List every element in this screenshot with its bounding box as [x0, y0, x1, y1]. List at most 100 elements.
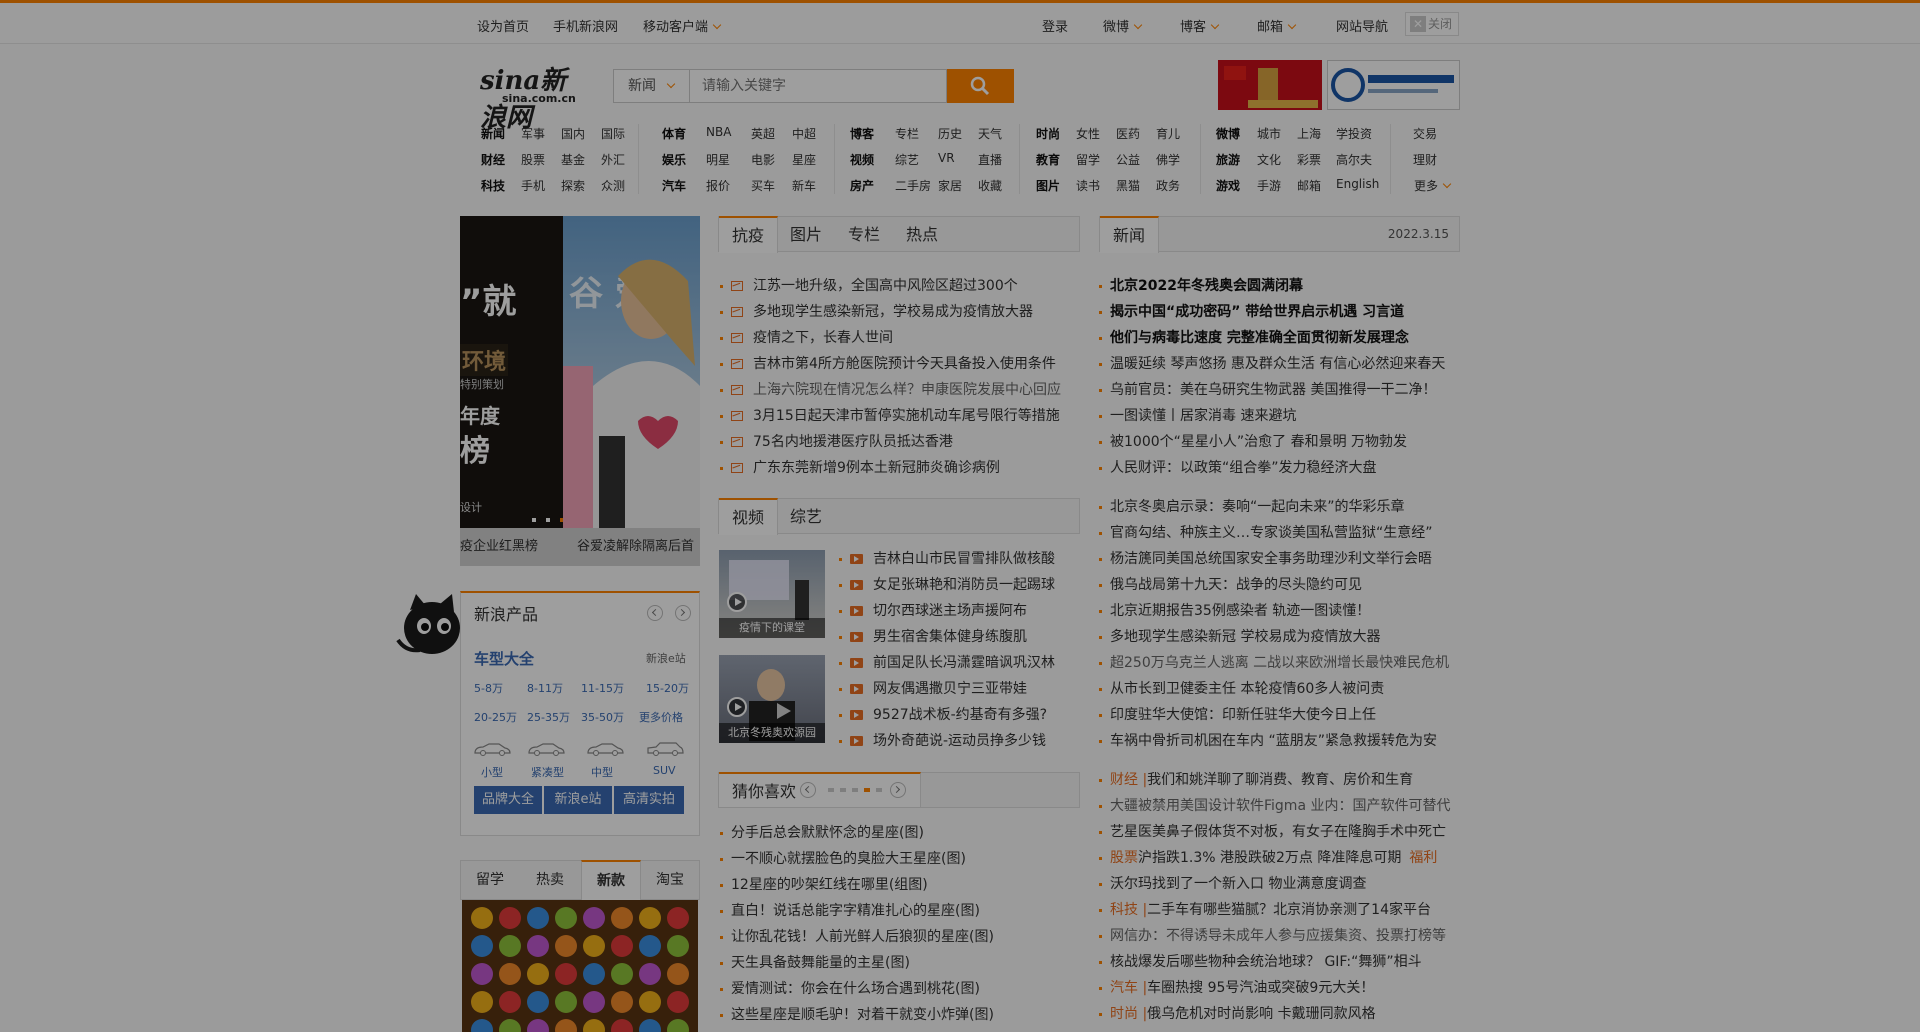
news-item[interactable]: 超250万乌克兰人逃离 二战以来欧洲增长最快难民危机	[1099, 652, 1449, 672]
nav-channel-link[interactable]: 国内	[561, 125, 585, 142]
recommend-item[interactable]: 分手后总会默默怀念的星座(图)	[720, 822, 924, 842]
site-nav-link[interactable]: 网站导航	[1336, 16, 1388, 35]
search-button[interactable]	[947, 69, 1014, 103]
price-range-link[interactable]: 20-25万	[474, 709, 517, 725]
video-item[interactable]: 女足张琳艳和消防员一起踢球	[839, 574, 1055, 594]
nav-channel-link[interactable]: 政务	[1156, 177, 1180, 194]
image-carousel[interactable]: ”就 环境 特别策划 年度 榜 设计 谷 爱 疫企业红黑榜 谷爱凌解除隔离后首	[460, 216, 700, 566]
news-item[interactable]: 网信办：不得诱导未成年人参与应援集资、投票打榜等	[1099, 925, 1446, 945]
login-link[interactable]: 登录	[1042, 16, 1068, 35]
nav-channel-primary[interactable]: 汽车	[662, 177, 686, 194]
tab-pictures[interactable]: 图片	[790, 217, 822, 252]
news-item[interactable]: 从市长到卫健委主任 本轮疫情60多人被问责	[1099, 678, 1384, 698]
recommend-item[interactable]: 这些星座是顺毛驴！对着干就变小炸弹(图)	[720, 1004, 994, 1024]
news-item[interactable]: 科技 |二手车有哪些猫腻？北京消协亲测了14家平台	[1099, 899, 1431, 919]
news-item[interactable]: 印度驻华大使馆：印新任驻华大使今日上任	[1099, 704, 1376, 724]
nav-channel-link[interactable]: 城市	[1257, 125, 1281, 142]
ad-banner-piyao[interactable]	[1327, 60, 1460, 110]
more-prices-link[interactable]: 更多价格	[639, 709, 683, 725]
nav-channel-link[interactable]: 探索	[561, 177, 585, 194]
carousel-slide-right[interactable]: 谷 爱	[563, 216, 700, 528]
nav-channel-link[interactable]: 国际	[601, 125, 625, 142]
nav-channel-link[interactable]: 手机	[521, 177, 545, 194]
blog-menu[interactable]: 博客	[1180, 16, 1220, 35]
nav-channel-link[interactable]: 手游	[1257, 177, 1281, 194]
chevron-left-icon[interactable]	[800, 782, 816, 798]
car-type-link[interactable]: 小型	[481, 764, 503, 780]
tab-columns[interactable]: 专栏	[848, 217, 880, 252]
video-item[interactable]: 前国足队长冯潇霆暗讽巩汉林	[839, 652, 1055, 672]
nav-channel-link[interactable]: 收藏	[978, 177, 1002, 194]
welfare-tag[interactable]: 福利	[1409, 850, 1437, 866]
category-tag[interactable]: 汽车 |	[1110, 980, 1147, 996]
news-item[interactable]: 汽车 |车圈热搜 95号汽油或突破9元大关！	[1099, 977, 1374, 997]
news-item[interactable]: 时尚 |俄乌危机对时尚影响 卡戴珊同款风格	[1099, 1003, 1376, 1023]
nav-more-menu[interactable]: 更多	[1414, 177, 1452, 194]
brand-catalog-button[interactable]: 品牌大全	[474, 786, 542, 814]
pager-dots[interactable]	[828, 786, 888, 794]
nav-channel-primary[interactable]: 游戏	[1216, 177, 1240, 194]
tab-variety[interactable]: 综艺	[790, 499, 822, 534]
nav-channel-link[interactable]: 天气	[978, 125, 1002, 142]
category-tag[interactable]: 财经 |	[1110, 772, 1147, 788]
nav-channel-link[interactable]: 报价	[706, 177, 730, 194]
nav-channel-link[interactable]: 女性	[1076, 125, 1100, 142]
news-item[interactable]: 俄乌战局第十九天：战争的尽头隐约可见	[1099, 574, 1362, 594]
news-item[interactable]: 吉林市第4所方舱医院预计今天具备投入使用条件	[720, 353, 1056, 373]
price-range-link[interactable]: 25-35万	[527, 709, 570, 725]
price-range-link[interactable]: 8-11万	[527, 680, 563, 696]
news-item[interactable]: 车祸中骨折司机困在车内 “蓝朋友”紧急救援转危为安	[1099, 730, 1437, 750]
tab-hot-sale[interactable]: 热卖	[536, 861, 564, 896]
category-tag[interactable]: 时尚 |	[1110, 1006, 1147, 1022]
recommend-item[interactable]: 直白！说话总能字字精准扎心的星座(图)	[720, 900, 980, 920]
tab-hot[interactable]: 热点	[906, 217, 938, 252]
news-item[interactable]: 北京冬奥启示录：奏响“一起向未来”的华彩乐章	[1099, 496, 1405, 516]
news-item[interactable]: 核战爆发后哪些物种会统治地球？ GIF:“舞狮”相斗	[1099, 951, 1422, 971]
news-item[interactable]: 乌前官员：美在乌研究生物武器 美国推得一干二净！	[1099, 379, 1436, 399]
news-item[interactable]: 多地现学生感染新冠，学校易成为疫情放大器	[720, 301, 1033, 321]
nav-channel-primary[interactable]: 新闻	[481, 125, 505, 142]
video-item[interactable]: 9527战术板-约基奇有多强?	[839, 704, 1047, 724]
news-item[interactable]: 艺星医美鼻子假体货不对板，有女子在隆胸手术中死亡	[1099, 821, 1446, 841]
news-item[interactable]: 上海六院现在情况怎么样？申康医院发展中心回应	[720, 379, 1061, 399]
video-thumbnail[interactable]: 北京冬残奥欢源园	[719, 655, 825, 743]
tab-news[interactable]: 新闻	[1100, 216, 1159, 253]
tab-video[interactable]: 视频	[719, 498, 778, 535]
recommend-item[interactable]: 让你乱花钱！人前光鲜人后狼狈的星座(图)	[720, 926, 994, 946]
news-item[interactable]: 股票沪指跌1.3% 港股跌破2万点 降准降息可期 福利	[1099, 847, 1437, 867]
headline-item[interactable]: 揭示中国“成功密码” 带给世界启示机遇 习言道	[1099, 301, 1404, 321]
video-item[interactable]: 场外奇葩说-运动员挣多少钱	[839, 730, 1046, 750]
price-range-link[interactable]: 35-50万	[581, 709, 624, 725]
price-range-link[interactable]: 15-20万	[646, 680, 689, 696]
video-thumbnail[interactable]: 疫情下的课堂	[719, 550, 825, 638]
headline-item[interactable]: 北京2022年冬残奥会圆满闭幕	[1099, 275, 1303, 295]
car-type-link[interactable]: 中型	[591, 764, 613, 780]
sina-estation-button[interactable]: 新浪e站	[544, 786, 612, 814]
news-item[interactable]: 大疆被禁用美国设计软件Figma 业内：国产软件可替代	[1099, 795, 1450, 815]
nav-channel-link[interactable]: 买车	[751, 177, 775, 194]
weibo-menu[interactable]: 微博	[1103, 16, 1143, 35]
nav-channel-link[interactable]: 高尔夫	[1336, 151, 1372, 168]
news-item[interactable]: 疫情之下，长春人世间	[720, 327, 893, 347]
search-input[interactable]	[689, 69, 947, 103]
chevron-right-icon[interactable]	[890, 782, 906, 798]
tab-epidemic[interactable]: 抗疫	[719, 216, 778, 253]
nav-channel-link[interactable]: 明星	[706, 151, 730, 168]
nav-channel-link[interactable]: 中超	[792, 125, 816, 142]
news-item[interactable]: 3月15日起天津市暂停实施机动车尾号限行等措施	[720, 405, 1060, 425]
nav-channel-link[interactable]: 新车	[792, 177, 816, 194]
nav-channel-primary[interactable]: 科技	[481, 177, 505, 194]
nav-channel-link[interactable]: 历史	[938, 125, 962, 142]
chevron-left-icon[interactable]	[647, 605, 663, 621]
nav-channel-primary[interactable]: 旅游	[1216, 151, 1240, 168]
nav-channel-link[interactable]: 英超	[751, 125, 775, 142]
nav-channel-link[interactable]: 二手房	[895, 177, 931, 194]
tab-taobao[interactable]: 淘宝	[656, 861, 684, 896]
video-item[interactable]: 吉林白山市民冒雪排队做核酸	[839, 548, 1055, 568]
nav-channel-link[interactable]: 军事	[521, 125, 545, 142]
product-image[interactable]	[462, 900, 698, 1032]
nav-channel-link[interactable]: English	[1336, 177, 1379, 191]
recommend-item[interactable]: 天生具备鼓舞能量的主星(图)	[720, 952, 910, 972]
nav-channel-link[interactable]: 外汇	[601, 151, 625, 168]
nav-channel-link[interactable]: 育儿	[1156, 125, 1180, 142]
